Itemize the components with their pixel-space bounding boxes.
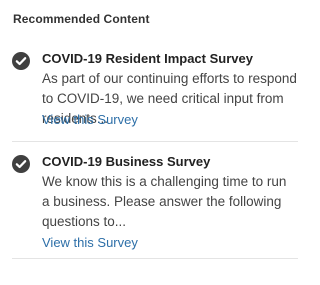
view-survey-link[interactable]: View this Survey xyxy=(42,111,138,128)
item-description: We know this is a challenging time to ru… xyxy=(42,174,287,229)
divider xyxy=(12,141,298,142)
view-survey-link[interactable]: View this Survey xyxy=(42,234,138,251)
item-title[interactable]: COVID-19 Business Survey xyxy=(42,153,210,170)
check-circle-icon xyxy=(12,155,30,173)
divider xyxy=(12,258,298,259)
check-circle-icon xyxy=(12,52,30,70)
recommended-content-panel: Recommended Content COVID-19 Resident Im… xyxy=(0,0,300,285)
section-title: Recommended Content xyxy=(13,12,150,26)
item-title[interactable]: COVID-19 Resident Impact Survey xyxy=(42,50,253,67)
